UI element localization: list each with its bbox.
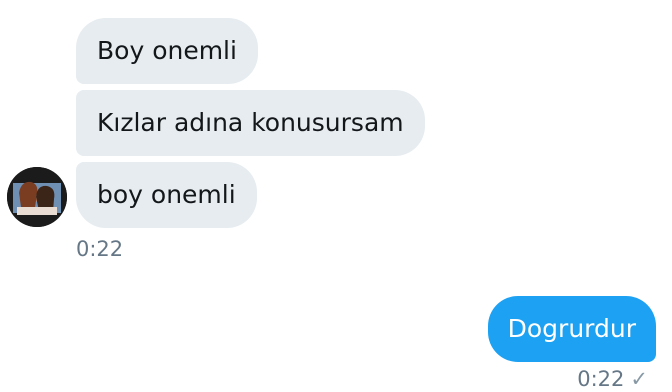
- message-text: boy onemli: [97, 180, 236, 209]
- timestamp-text: 0:22: [577, 367, 625, 391]
- message-text: Kızlar adına konusursam: [97, 108, 404, 137]
- conversation-view: Boy onemli Kızlar adına konusursam boy o…: [0, 0, 672, 391]
- avatar-photo-icon: [7, 167, 67, 227]
- message-timestamp: 0:22: [76, 237, 124, 261]
- message-text: Dogrurdur: [507, 314, 636, 343]
- check-icon: ✓: [630, 367, 648, 391]
- message-text: Boy onemli: [97, 36, 237, 65]
- sender-avatar[interactable]: [7, 167, 67, 227]
- outgoing-timestamp: 0:22 ✓: [577, 366, 648, 392]
- incoming-message[interactable]: Boy onemli: [76, 18, 258, 84]
- incoming-message[interactable]: boy onemli: [76, 162, 257, 228]
- incoming-message[interactable]: Kızlar adına konusursam: [76, 90, 425, 156]
- outgoing-message[interactable]: Dogrurdur: [487, 296, 656, 362]
